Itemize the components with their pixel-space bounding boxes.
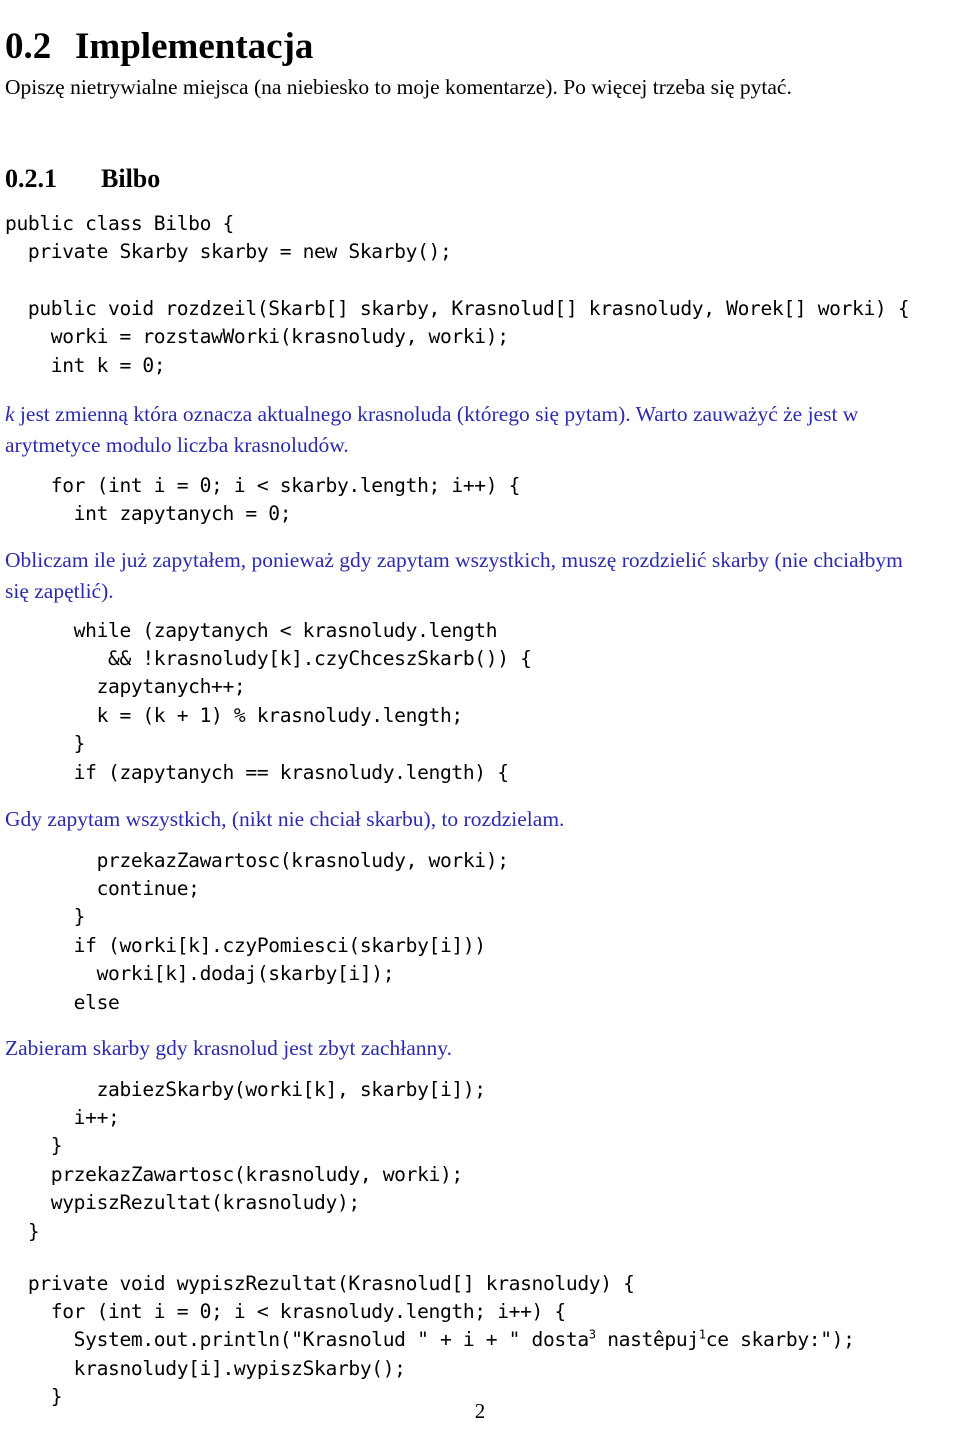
section-heading: 0.2 Implementacja: [5, 25, 313, 69]
subsection-title: Bilbo: [101, 163, 161, 193]
intro-paragraph: Opiszę nietrywialne miejsca (na niebiesk…: [5, 74, 792, 99]
page-number: 2: [474, 1399, 486, 1423]
section-number: 0.2: [5, 25, 52, 67]
code-line-println-a: System.out.println("Krasnolud " + i + " …: [5, 1328, 589, 1352]
code-block-4: przekazZawartosc(krasnoludy, worki); con…: [73, 848, 509, 1014]
code-line-println-b: nastêpuj: [595, 1328, 699, 1352]
code-block-6: private void wypiszRezultat(Krasnolud[] …: [5, 1270, 855, 1412]
subsection-heading: 0.2.1 Bilbo: [5, 163, 160, 195]
code-block-5: zabiezSkarby(worki[k], skarby[i]); i++; …: [27, 1077, 486, 1243]
subsection-number: 0.2.1: [5, 163, 57, 193]
comment-paragraph-4: Zabieram skarby gdy krasnolud jest zbyt …: [5, 1035, 452, 1060]
comment-1-text: jest zmienną która oznacza aktualnego kr…: [5, 401, 859, 457]
document-page: 0.2 Implementacja Opiszę nietrywialne mie…: [0, 0, 960, 1452]
code-block-3: while (zapytanych < krasnoludy.length &&…: [73, 618, 532, 784]
code-line-println-c: ce skarby:");: [705, 1328, 855, 1352]
comment-paragraph-2: Obliczam ile już zapytałem, ponieważ gdy…: [5, 547, 903, 603]
code-line-for: for (int i = 0; i < krasnoludy.length; i…: [5, 1300, 566, 1323]
code-line-declaration: private void wypiszRezultat(Krasnolud[] …: [5, 1271, 635, 1295]
mojibake-superscript-1: 1: [698, 1327, 706, 1342]
inline-math-variable: k: [5, 401, 15, 426]
code-block-1: public class Bilbo { private Skarby skar…: [5, 211, 910, 377]
section-title: Implementacja: [75, 25, 314, 67]
code-block-2: for (int i = 0; i < skarby.length; i++) …: [50, 473, 521, 525]
mojibake-superscript-3: 3: [588, 1327, 596, 1342]
comment-paragraph-1: k jest zmienną która oznacza aktualnego …: [5, 399, 910, 461]
code-line-wypiszskarby: krasnoludy[i].wypiszSkarby();: [5, 1356, 406, 1380]
comment-paragraph-3: Gdy zapytam wszystkich, (nikt nie chciał…: [5, 806, 565, 831]
